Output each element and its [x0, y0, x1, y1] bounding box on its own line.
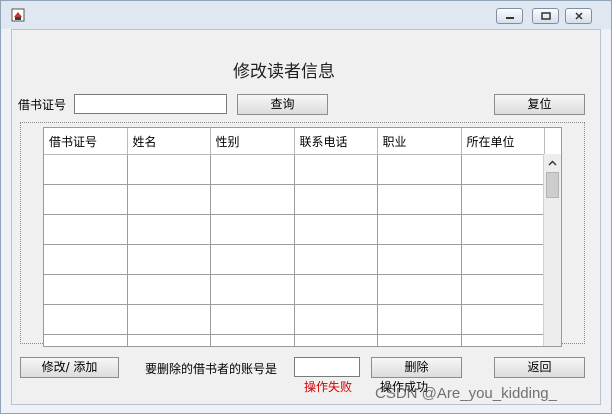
- column-header[interactable]: 所在单位: [461, 128, 545, 155]
- table-cell[interactable]: [294, 334, 378, 346]
- table-cell[interactable]: [377, 334, 462, 346]
- table-cell[interactable]: [210, 334, 295, 346]
- title-bar[interactable]: [1, 1, 611, 29]
- table-cell[interactable]: [44, 244, 128, 275]
- table-cell[interactable]: [44, 214, 128, 245]
- vertical-scrollbar[interactable]: [543, 154, 561, 346]
- table-cell[interactable]: [44, 184, 128, 215]
- watermark: CSDN @Are_you_kidding_: [375, 385, 557, 402]
- table-cell[interactable]: [461, 334, 545, 346]
- table-cell[interactable]: [44, 274, 128, 305]
- chevron-up-icon: [548, 160, 557, 165]
- delete-account-label: 要删除的借书者的账号是: [145, 362, 278, 376]
- table-cell[interactable]: [377, 154, 462, 185]
- reader-table[interactable]: 借书证号 姓名 性别 联系电话 职业 所在单位: [43, 127, 562, 347]
- table-cell[interactable]: [294, 214, 378, 245]
- query-button[interactable]: 查询: [237, 94, 328, 115]
- table-cell[interactable]: [461, 184, 545, 215]
- maximize-icon: [540, 12, 551, 20]
- table-cell[interactable]: [294, 184, 378, 215]
- page-title: 修改读者信息: [233, 62, 335, 82]
- table-cell[interactable]: [461, 244, 545, 275]
- table-cell[interactable]: [127, 214, 211, 245]
- reset-button[interactable]: 复位: [494, 94, 585, 115]
- table-cell[interactable]: [44, 154, 128, 185]
- minimize-button[interactable]: [496, 8, 523, 24]
- table-row[interactable]: [44, 184, 545, 215]
- table-cell[interactable]: [461, 154, 545, 185]
- table-cell[interactable]: [210, 214, 295, 245]
- table-cell[interactable]: [127, 274, 211, 305]
- table-cell[interactable]: [294, 304, 378, 335]
- column-header[interactable]: 联系电话: [294, 128, 378, 155]
- minimize-icon: [505, 17, 514, 19]
- table-header-row: 借书证号 姓名 性别 联系电话 职业 所在单位: [44, 128, 545, 155]
- java-cup-icon: [11, 8, 25, 22]
- scroll-up-button[interactable]: [544, 154, 561, 171]
- column-header[interactable]: 性别: [210, 128, 295, 155]
- table-cell[interactable]: [127, 334, 211, 346]
- card-number-label: 借书证号: [18, 98, 67, 112]
- maximize-button[interactable]: [532, 8, 559, 24]
- table-cell[interactable]: [461, 274, 545, 305]
- table-row[interactable]: [44, 154, 545, 185]
- column-header[interactable]: 职业: [377, 128, 462, 155]
- table-row[interactable]: [44, 214, 545, 245]
- card-number-input[interactable]: [74, 94, 227, 114]
- table-cell[interactable]: [377, 244, 462, 275]
- back-button[interactable]: 返回: [494, 357, 585, 378]
- table-cell[interactable]: [210, 274, 295, 305]
- modify-add-button[interactable]: 修改/ 添加: [20, 357, 119, 378]
- table-cell[interactable]: [377, 184, 462, 215]
- table-cell[interactable]: [294, 154, 378, 185]
- table-cell[interactable]: [210, 304, 295, 335]
- table-cell[interactable]: [44, 334, 128, 346]
- close-icon: [574, 12, 583, 20]
- table-cell[interactable]: [210, 244, 295, 275]
- table-cell[interactable]: [44, 304, 128, 335]
- table-cell[interactable]: [461, 214, 545, 245]
- table-cell[interactable]: [377, 304, 462, 335]
- table-row[interactable]: [44, 334, 545, 346]
- column-header[interactable]: 姓名: [127, 128, 211, 155]
- table-cell[interactable]: [377, 274, 462, 305]
- table-cell[interactable]: [127, 304, 211, 335]
- delete-account-input[interactable]: [294, 357, 360, 377]
- table-cell[interactable]: [294, 274, 378, 305]
- close-button[interactable]: [565, 8, 592, 24]
- fail-status: 操作失败: [304, 380, 353, 394]
- table-cell[interactable]: [377, 214, 462, 245]
- table-cell[interactable]: [210, 154, 295, 185]
- delete-button[interactable]: 删除: [371, 357, 462, 378]
- table-cell[interactable]: [461, 304, 545, 335]
- table-row[interactable]: [44, 274, 545, 305]
- table-cell[interactable]: [127, 184, 211, 215]
- scroll-thumb[interactable]: [546, 172, 559, 198]
- table-cell[interactable]: [210, 184, 295, 215]
- table-cell[interactable]: [127, 244, 211, 275]
- table-cell[interactable]: [127, 154, 211, 185]
- table-row[interactable]: [44, 304, 545, 335]
- reader-grid: 借书证号 姓名 性别 联系电话 职业 所在单位: [44, 128, 545, 346]
- table-cell[interactable]: [294, 244, 378, 275]
- column-header[interactable]: 借书证号: [44, 128, 128, 155]
- table-row[interactable]: [44, 244, 545, 275]
